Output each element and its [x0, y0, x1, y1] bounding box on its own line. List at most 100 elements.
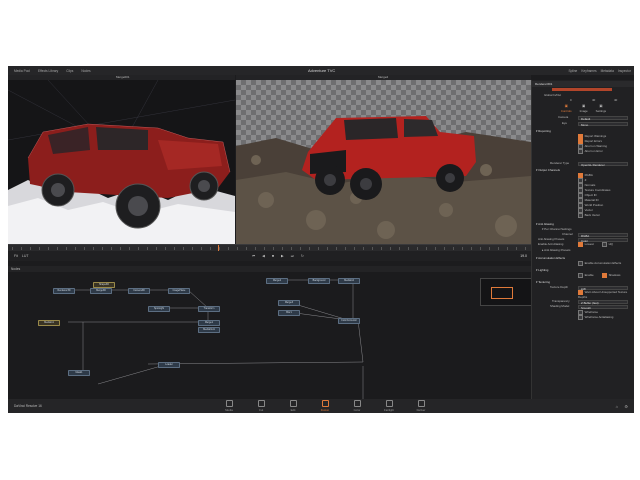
wireframe-aa-row[interactable]: Wireframe Antialiasing	[532, 315, 634, 320]
node-merge1[interactable]: Merge1	[198, 320, 220, 326]
aa-presets-section[interactable]: ▸ Anti Aliasing Presets	[532, 248, 634, 253]
page-edit[interactable]: Edit	[282, 400, 304, 412]
node-shape3d[interactable]: Shape3D	[93, 282, 115, 288]
panel-metadata[interactable]: Metadata	[601, 69, 614, 73]
viewer-lut[interactable]: LUT	[22, 254, 29, 258]
settings-gear-icon[interactable]: ⚙	[624, 404, 628, 409]
workspace-clips[interactable]: Clips	[63, 69, 76, 73]
current-frame[interactable]: 19.0	[520, 254, 527, 258]
page-fusion[interactable]: Fusion	[314, 400, 336, 412]
texture-warn-row[interactable]: Warn About Unsupported Texture Depths	[532, 290, 634, 299]
checkbox[interactable]	[578, 198, 583, 203]
shading-select[interactable]: Smooth	[578, 304, 628, 310]
global-in[interactable]: 0	[570, 98, 572, 103]
node-mediain2[interactable]: MediaIn2	[338, 278, 360, 284]
node-colorcorrector[interactable]: ColorCorrector	[338, 318, 360, 324]
node-merge3d[interactable]: Merge3D	[90, 288, 112, 294]
media-page-icon	[225, 400, 233, 407]
global-in-out-values[interactable]: 0 40 40	[532, 98, 634, 103]
workspace-effects-library[interactable]: Effects Library	[35, 69, 61, 73]
checkbox[interactable]	[578, 144, 583, 149]
ruler-tick	[12, 247, 13, 250]
page-cut[interactable]: Cut	[250, 400, 272, 412]
ruler-tick	[201, 247, 202, 250]
checkbox[interactable]	[578, 208, 583, 213]
node-mediain1[interactable]: MediaIn1	[38, 320, 60, 326]
checkbox[interactable]	[578, 134, 583, 139]
checkbox-row[interactable]: Abort on Error	[532, 149, 634, 154]
node-background[interactable]: Background	[308, 278, 330, 284]
right-viewer[interactable]	[236, 80, 531, 244]
tab-label: Settings	[595, 109, 607, 113]
node-spotlight[interactable]: SpotLight	[148, 306, 170, 312]
left-viewer[interactable]	[8, 80, 235, 244]
channel-select[interactable]: RGBA	[578, 232, 628, 238]
node-merge2[interactable]: Merge2	[266, 278, 288, 284]
checkbox[interactable]	[578, 203, 583, 208]
node-mask1[interactable]: Mask1	[68, 370, 90, 376]
workspace-nodes[interactable]: Nodes	[78, 69, 93, 73]
node-editor[interactable]: Renderer3D Merge3D Camera3D ImagePlane Shape…	[8, 272, 531, 399]
node-merge3[interactable]: Merge3	[278, 300, 300, 306]
checkbox[interactable]	[578, 173, 583, 178]
inspector-tab-settings[interactable]: ▣ Settings	[596, 104, 606, 113]
panel-spline[interactable]: Spline	[568, 69, 577, 73]
camera-select[interactable]: Default	[578, 115, 628, 121]
navigator-viewport[interactable]	[491, 287, 513, 299]
stop-icon[interactable]: ■	[272, 254, 274, 258]
ruler-tick	[498, 247, 499, 250]
accumulation-row[interactable]: Enable Accumulation Effects	[532, 261, 634, 266]
node-loader[interactable]: Loader	[158, 362, 180, 368]
node-mediaout1[interactable]: MediaOut1	[198, 327, 220, 333]
page-label: Cut	[258, 408, 264, 412]
page-deliver[interactable]: Deliver	[410, 400, 432, 412]
node-camera3d[interactable]: Camera3D	[128, 288, 150, 294]
ruler-tick	[219, 247, 220, 250]
loop-icon[interactable]: ↻	[301, 254, 304, 258]
texture-depth-select[interactable]: int8	[578, 285, 628, 291]
global-out[interactable]: 40	[592, 98, 595, 103]
bottom-page-bar: DaVinci Resolve 16 Media Cut Edit Fusion Col…	[8, 399, 634, 413]
node-transform[interactable]: Transform	[198, 306, 220, 312]
inspector-tab-image[interactable]: ▣ Image	[580, 104, 588, 113]
checkbox[interactable]	[578, 149, 583, 154]
ruler-tick	[48, 247, 49, 250]
page-fairlight[interactable]: Fairlight	[378, 400, 400, 412]
workspace-media-pool[interactable]: Media Pool	[11, 69, 33, 73]
lighting-shadows[interactable]: Shadows	[602, 273, 621, 278]
page-media[interactable]: Media	[218, 400, 240, 412]
home-icon[interactable]: ⌂	[616, 404, 618, 409]
node-navigator[interactable]	[480, 278, 531, 306]
lighting-enable[interactable]: Enable	[578, 273, 594, 278]
node-blur1[interactable]: Blur1	[278, 310, 300, 316]
checkbox-row[interactable]: Back Vector	[532, 213, 634, 218]
play-reverse-icon[interactable]: ◀	[262, 254, 265, 258]
checkbox[interactable]	[578, 188, 583, 193]
checkbox[interactable]	[578, 178, 583, 183]
skip-back-icon[interactable]: ⏮	[252, 254, 255, 258]
tab-label: Controls	[560, 109, 572, 113]
checkbox[interactable]	[578, 213, 583, 218]
checkbox[interactable]	[578, 139, 583, 144]
aa-preset-select[interactable]: Color	[578, 237, 628, 243]
checkbox[interactable]	[578, 193, 583, 198]
page-color[interactable]: Color	[346, 400, 368, 412]
texturing-title: Texturing	[538, 280, 550, 284]
ruler-tick	[309, 247, 310, 250]
transparency-select[interactable]: Z Buffer (fast)	[578, 299, 628, 305]
enable-aa-lowest[interactable]: Lowest	[578, 242, 594, 247]
checkbox[interactable]	[578, 183, 583, 188]
renderer-type-select[interactable]: OpenGL Renderer	[578, 161, 628, 167]
node-renderer3d[interactable]: Renderer3D	[53, 288, 75, 294]
panel-keyframes[interactable]: Keyframes	[581, 69, 596, 73]
inspector-tab-controls[interactable]: ▣ Controls	[561, 104, 572, 113]
viewer-zoom[interactable]: Fit	[14, 254, 18, 258]
global-duration[interactable]: 40	[614, 98, 617, 103]
eye-select[interactable]: Mono	[578, 121, 628, 127]
play-icon[interactable]: ▶	[281, 254, 284, 258]
node-imageplane[interactable]: ImagePlane	[168, 288, 190, 294]
panel-inspector[interactable]: Inspector	[618, 69, 631, 73]
skip-forward-icon[interactable]: ⏭	[291, 254, 294, 258]
ruler-tick	[156, 247, 157, 250]
enable-aa-hq[interactable]: HQ	[602, 242, 613, 247]
